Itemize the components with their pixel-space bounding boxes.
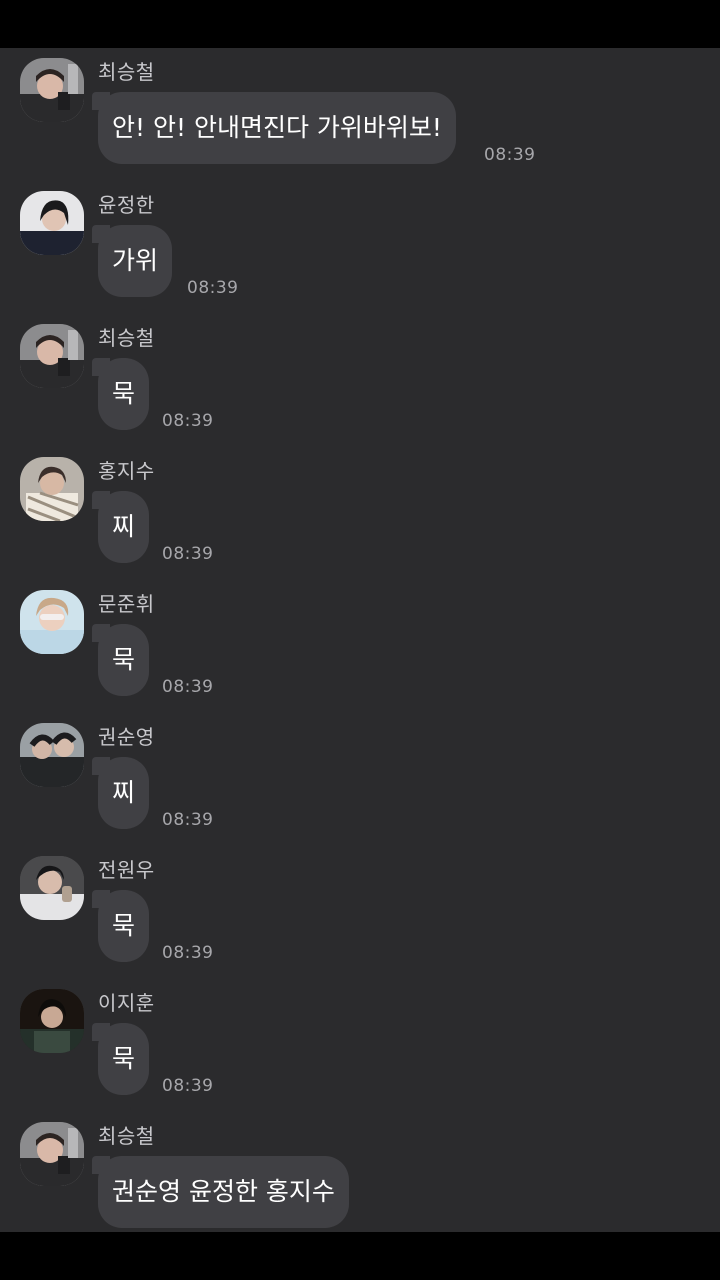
message-bubble[interactable]: 묵 <box>91 890 150 962</box>
sender-name: 이지훈 <box>98 991 155 1015</box>
sender-avatar[interactable] <box>20 324 84 388</box>
sender-avatar[interactable] <box>20 989 84 1053</box>
chat-message-list[interactable]: 최승철 안! 안! 안내면진다 가위바위보! 08:39 윤정한 가위 08:3… <box>0 48 720 1232</box>
message-bubble[interactable]: 묵 <box>91 358 150 430</box>
message-bubble[interactable]: 권순영 윤정한 홍지수 <box>92 1156 349 1228</box>
message-time: 08:39 <box>162 943 214 963</box>
sender-name: 전원우 <box>98 858 155 882</box>
message-time: 08:39 <box>162 677 214 697</box>
message-time: 08:39 <box>162 1076 214 1096</box>
sender-avatar[interactable] <box>20 590 84 654</box>
sender-avatar[interactable] <box>20 191 84 255</box>
sender-name: 문준휘 <box>98 592 155 616</box>
sender-name: 윤정한 <box>98 193 155 217</box>
message-bubble[interactable]: 찌 <box>91 491 150 563</box>
message-bubble[interactable]: 찌 <box>91 757 150 829</box>
phone-screen: 최승철 안! 안! 안내면진다 가위바위보! 08:39 윤정한 가위 08:3… <box>0 0 720 1280</box>
message-time: 08:39 <box>187 278 239 298</box>
sender-avatar[interactable] <box>20 723 84 787</box>
message-bubble[interactable]: 묵 <box>91 624 150 696</box>
sender-avatar[interactable] <box>20 856 84 920</box>
sender-name: 권순영 <box>98 725 155 749</box>
sender-avatar[interactable] <box>20 58 84 122</box>
sender-avatar[interactable] <box>20 1122 84 1186</box>
message-bubble[interactable]: 가위 <box>91 225 173 297</box>
message-bubble[interactable]: 안! 안! 안내면진다 가위바위보! <box>92 92 456 164</box>
message-time: 08:39 <box>162 544 214 564</box>
message-time: 08:39 <box>162 411 214 431</box>
message-bubble[interactable]: 묵 <box>91 1023 150 1095</box>
message-time: 08:39 <box>162 810 214 830</box>
message-time: 08:39 <box>484 145 536 165</box>
sender-avatar[interactable] <box>20 457 84 521</box>
sender-name: 최승철 <box>98 1124 155 1148</box>
sender-name: 최승철 <box>98 60 155 84</box>
sender-name: 홍지수 <box>98 459 155 483</box>
sender-name: 최승철 <box>98 326 155 350</box>
